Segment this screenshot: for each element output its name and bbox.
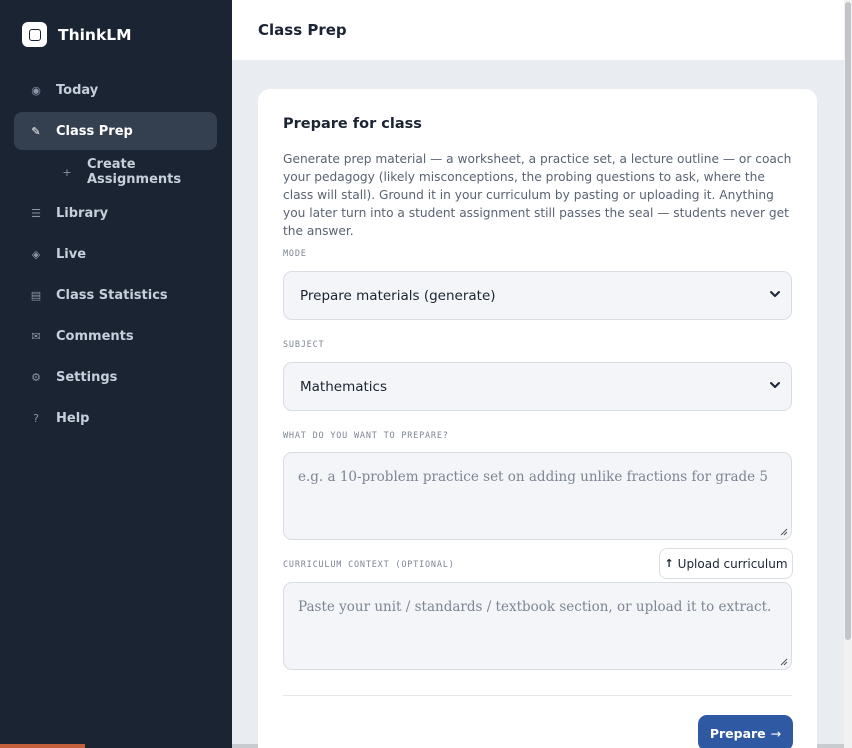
- chevron-down-icon: [770, 291, 780, 297]
- sidebar-item-live[interactable]: ◈ Live: [14, 235, 217, 273]
- pencil-icon: ✎: [31, 124, 41, 138]
- top-bar: Class Prep: [232, 0, 844, 60]
- prepare-button[interactable]: Prepare →: [698, 715, 793, 748]
- sidebar-item-library[interactable]: ☰ Library: [14, 194, 217, 232]
- sidebar-accent-bar: [0, 744, 85, 748]
- mode-label: MODE: [283, 249, 307, 259]
- mode-select-value: Prepare materials (generate): [300, 288, 496, 304]
- upload-curriculum-button[interactable]: ↑ Upload curriculum: [659, 548, 793, 579]
- prepare-prompt-placeholder: e.g. a 10-problem practice set on adding…: [298, 469, 769, 485]
- prepare-button-label: Prepare: [709, 725, 766, 741]
- chart-icon: ▤: [30, 288, 42, 302]
- subject-select-value: Mathematics: [300, 379, 387, 395]
- sidebar-item-label: Today: [56, 82, 99, 98]
- help-icon: ?: [33, 411, 39, 425]
- upload-curriculum-label: Upload curriculum: [677, 556, 788, 571]
- sidebar-item-label: Live: [56, 246, 87, 262]
- arrow-right-icon: →: [770, 725, 782, 741]
- sidebar-item-label: Library: [56, 205, 109, 221]
- sidebar-item-comments[interactable]: ✉ Comments: [14, 317, 217, 355]
- card-description: Generate prep material — a worksheet, a …: [283, 152, 792, 238]
- mode-select[interactable]: Prepare materials (generate): [283, 271, 792, 320]
- sidebar-item-label: Class Prep: [56, 123, 133, 139]
- sidebar-item-class-statistics[interactable]: ▤ Class Statistics: [14, 276, 217, 314]
- app-name: ThinkLM: [58, 25, 132, 44]
- sidebar-item-label: Settings: [56, 369, 118, 385]
- gear-icon: ⚙: [31, 370, 41, 384]
- mail-icon: ✉: [31, 329, 41, 343]
- sidebar-item-label: Help: [56, 410, 90, 426]
- page-title: Class Prep: [258, 21, 347, 39]
- chevron-down-icon: [770, 382, 780, 388]
- prepare-prompt-label: WHAT DO YOU WANT TO PREPARE?: [283, 431, 449, 441]
- upload-arrow-icon: ↑: [664, 557, 674, 570]
- resize-grip-icon[interactable]: [779, 657, 788, 666]
- sidebar-item-label: Create Assignments: [87, 157, 182, 187]
- curriculum-label: CURRICULUM CONTEXT (OPTIONAL): [283, 560, 455, 570]
- logo-icon: [22, 22, 47, 47]
- curriculum-textarea[interactable]: Paste your unit / standards / textbook s…: [283, 582, 792, 670]
- sidebar-item-settings[interactable]: ⚙ Settings: [14, 358, 217, 396]
- sidebar-item-label: Class Statistics: [56, 287, 168, 303]
- sidebar-item-help[interactable]: ? Help: [14, 399, 217, 437]
- subject-select[interactable]: Mathematics: [283, 362, 792, 411]
- list-icon: ☰: [31, 206, 41, 220]
- circle-dot-icon: ◉: [31, 83, 41, 97]
- sidebar-item-label: Comments: [56, 328, 134, 344]
- resize-grip-icon[interactable]: [779, 527, 788, 536]
- prepare-card: Prepare for class Generate prep material…: [258, 89, 817, 748]
- prepare-prompt-textarea[interactable]: e.g. a 10-problem practice set on adding…: [283, 452, 792, 540]
- divider: [283, 695, 792, 696]
- brand[interactable]: ThinkLM: [22, 22, 132, 47]
- sidebar-item-today[interactable]: ◉ Today: [14, 71, 217, 109]
- sidebar-item-class-prep[interactable]: ✎ Class Prep: [14, 112, 217, 150]
- curriculum-placeholder: Paste your unit / standards / textbook s…: [298, 599, 772, 615]
- plus-icon: +: [62, 165, 72, 179]
- diamond-icon: ◈: [31, 247, 41, 261]
- sidebar-item-create-assignments[interactable]: + Create Assignments: [14, 153, 217, 191]
- vertical-scrollbar-thumb[interactable]: [845, 2, 851, 640]
- card-title: Prepare for class: [283, 116, 422, 132]
- subject-label: SUBJECT: [283, 340, 325, 350]
- sidebar: ThinkLM ◉ Today ✎ Class Prep + Create As…: [0, 0, 232, 748]
